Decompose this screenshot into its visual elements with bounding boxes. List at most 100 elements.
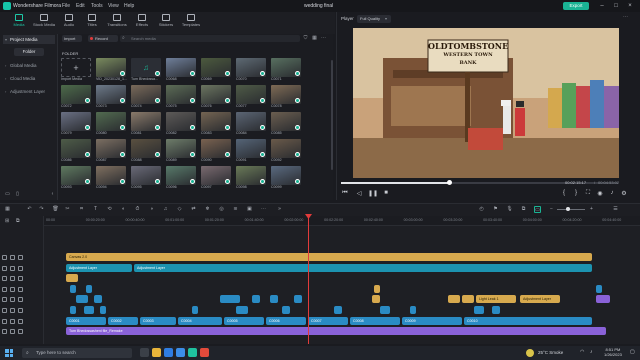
toolbar-stickers[interactable]: Stickers [155, 13, 177, 33]
play-pause-icon[interactable]: ❚❚ [368, 190, 378, 197]
timeline-settings-icon[interactable]: ☰ [612, 206, 619, 213]
snapshot-icon[interactable]: ◉ [596, 190, 604, 197]
media-item[interactable]: C0070 [236, 58, 266, 81]
clip-video[interactable] [474, 306, 484, 314]
lock-icon[interactable] [10, 287, 15, 293]
clip-video[interactable] [84, 306, 94, 314]
media-item[interactable]: C0086 [61, 139, 91, 162]
media-item[interactable]: VID_20230128_1... [96, 58, 127, 81]
media-item[interactable]: C0098 [236, 166, 266, 189]
sidebar-item-adjustment-layer[interactable]: › Adjustment Layer [3, 87, 55, 96]
motion-icon[interactable]: ⇄ [190, 206, 197, 213]
track-header-video-4[interactable] [2, 255, 42, 263]
media-item[interactable]: C0076 [201, 85, 231, 108]
toolbar-transitions[interactable]: Transitions [106, 13, 128, 33]
sidebar-item-global-media[interactable]: › Global Media [3, 61, 55, 70]
media-item[interactable]: C0089 [166, 139, 196, 162]
media-item[interactable]: C0091 [236, 139, 266, 162]
toolbar-stock-media[interactable]: Stock Media [33, 13, 55, 33]
add-track-icon[interactable]: ⊞ [5, 218, 9, 224]
lock-icon[interactable] [10, 308, 15, 314]
layout-icon[interactable]: ▦ [4, 206, 11, 213]
collapse-icon[interactable]: ‹ [49, 191, 56, 198]
clip-c0008[interactable]: C0008 [350, 317, 400, 325]
file-explorer-icon[interactable] [152, 348, 161, 357]
clip-canvas[interactable]: Canvas 2.0 [66, 253, 592, 261]
redo-icon[interactable]: ↷ [38, 206, 45, 213]
store-icon[interactable] [176, 348, 185, 357]
eye-icon[interactable] [18, 276, 23, 282]
clip-effect[interactable] [252, 295, 260, 303]
lock-icon[interactable] [10, 297, 15, 303]
clip-adjustment-layer-1[interactable]: Adjustment Layer [66, 264, 132, 272]
clip-title-small[interactable] [374, 285, 380, 293]
toolbar-titles[interactable]: Titles [81, 13, 103, 33]
export-button[interactable]: Export [563, 2, 589, 10]
clip-c0005[interactable]: C0005 [224, 317, 264, 325]
menu-tools[interactable]: Tools [91, 3, 103, 9]
clip-title-small[interactable] [372, 295, 380, 303]
media-item[interactable]: C0094 [96, 166, 126, 189]
clip-c0010[interactable]: C0010 [464, 317, 592, 325]
zoom-fit-icon[interactable]: ▭ [534, 206, 541, 213]
import-button[interactable]: Import [62, 35, 82, 42]
clip-video[interactable] [410, 306, 416, 314]
menu-file[interactable]: File [62, 3, 70, 9]
media-item[interactable]: C0077 [236, 85, 266, 108]
media-item[interactable]: C0096 [166, 166, 196, 189]
lock-icon[interactable] [10, 266, 15, 272]
clip-video[interactable] [100, 306, 106, 314]
track-header-video-3[interactable] [2, 266, 42, 274]
playback-scrubber-handle[interactable] [446, 180, 452, 185]
clip-video[interactable] [282, 306, 290, 314]
clip-video[interactable] [380, 306, 390, 314]
clip-title-small[interactable] [462, 295, 474, 303]
task-view-icon[interactable] [140, 348, 149, 357]
clip-c0006[interactable]: C0006 [266, 317, 306, 325]
eye-icon[interactable] [18, 319, 23, 325]
media-item[interactable]: C0075 [166, 85, 196, 108]
media-item[interactable]: C0073 [96, 85, 126, 108]
grid-view-icon[interactable]: ▦ [311, 35, 318, 42]
edge-icon[interactable] [164, 348, 173, 357]
clip-c0009[interactable]: C0009 [402, 317, 462, 325]
previous-frame-icon[interactable]: ⏮ [341, 190, 349, 197]
media-item[interactable]: C0069 [201, 58, 231, 81]
link-icon[interactable]: ⧉ [16, 218, 20, 224]
maximize-icon[interactable]: □ [612, 2, 620, 10]
step-back-icon[interactable]: ◁ [355, 190, 363, 197]
network-icon[interactable]: ◠ [580, 349, 584, 355]
lock-icon[interactable] [10, 329, 15, 335]
more-icon[interactable]: ⋯ [320, 35, 327, 42]
media-item[interactable]: C0088 [131, 139, 161, 162]
folder-icon[interactable]: ▯ [14, 191, 21, 198]
media-item[interactable]: C0099 [271, 166, 301, 189]
green-screen-icon[interactable]: ▣ [246, 206, 253, 213]
media-item[interactable]: C0074 [131, 85, 161, 108]
lock-icon[interactable] [10, 319, 15, 325]
clip-c0007[interactable]: C0007 [308, 317, 348, 325]
voiceover-icon[interactable]: 🎙 [506, 206, 513, 213]
zoom-slider-handle[interactable] [566, 207, 570, 211]
media-scrollbar[interactable] [331, 60, 333, 170]
track-header-overlay[interactable] [2, 287, 42, 295]
media-item[interactable]: C0093 [61, 166, 91, 189]
sidebar-folder[interactable]: Folder [14, 48, 44, 56]
track-header-audio[interactable] [2, 329, 42, 337]
taskbar-clock[interactable]: 8:51 PM 1/26/2023 [604, 347, 622, 357]
undo-icon[interactable]: ↶ [26, 206, 33, 213]
clip-audio[interactable]: Tum Bhedossasheni file_Remake [66, 327, 606, 335]
volume-icon[interactable]: ♪ [608, 190, 616, 196]
clip-overlay[interactable] [86, 285, 92, 293]
import-media-tile[interactable]: + Import Media [61, 58, 91, 81]
zoom-out-icon[interactable]: − [548, 206, 555, 213]
eye-icon[interactable] [18, 308, 23, 314]
fullscreen-icon[interactable]: ⛶ [584, 190, 592, 197]
clip-title-small[interactable] [448, 295, 460, 303]
eye-icon[interactable] [18, 255, 23, 261]
media-item[interactable]: C0092 [271, 139, 301, 162]
zoom-in-icon[interactable]: + [588, 206, 595, 213]
menu-view[interactable]: View [108, 3, 119, 9]
taskbar-weather[interactable]: 25°C Smoke [538, 350, 563, 355]
toolbar-templates[interactable]: Templates [180, 13, 202, 33]
